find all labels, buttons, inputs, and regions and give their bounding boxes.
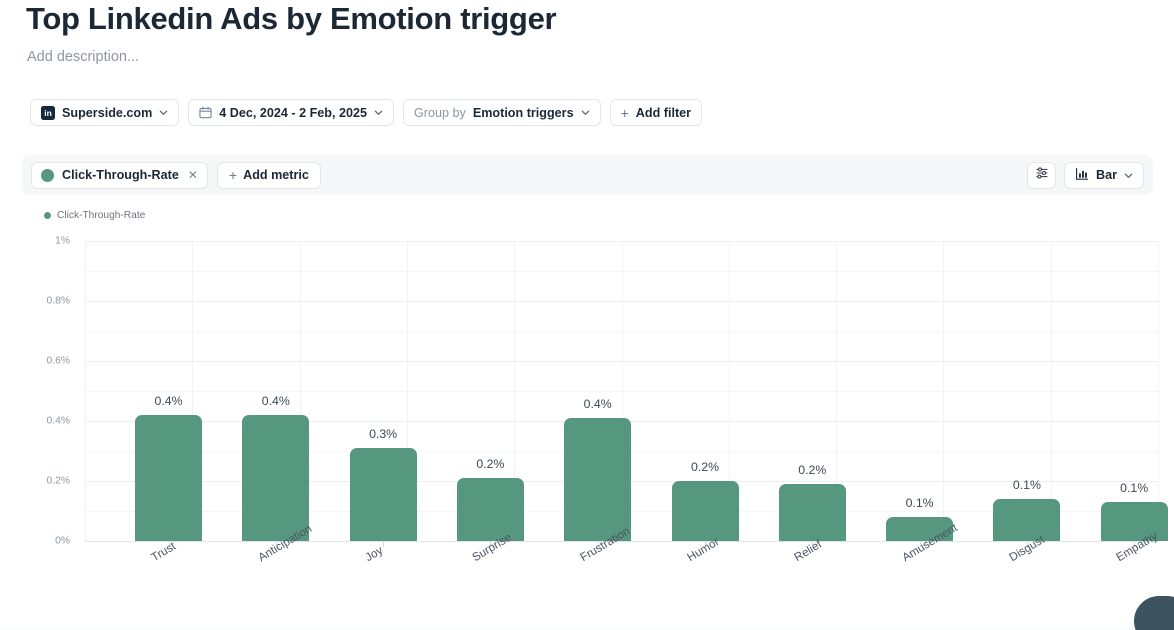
bar[interactable] <box>671 481 739 541</box>
category-divider <box>1050 241 1052 541</box>
bar-value-label: 0.4% <box>583 397 612 411</box>
category-divider <box>1158 241 1159 541</box>
y-axis-tick-label: 0% <box>55 535 70 547</box>
bar-value-label: 0.1% <box>1012 478 1041 492</box>
bar-value-label: 0.1% <box>905 496 934 510</box>
bar[interactable] <box>778 484 846 541</box>
dashboard-page: Top Linkedin Ads by Emotion trigger Add … <box>0 0 1174 630</box>
bar-chart[interactable]: 0% 0.2% 0.4% 0.6% 0.8% 1% 0.4% Trust 0.4% Anticip… <box>0 0 1174 630</box>
bar[interactable] <box>564 418 632 541</box>
y-axis-tick-label: 1% <box>55 235 70 247</box>
bar-value-label: 0.2% <box>690 460 720 474</box>
x-axis-tick <box>383 541 385 547</box>
y-axis-tick-label: 0.6% <box>46 355 70 367</box>
bar-value-label: 0.4% <box>261 394 290 408</box>
x-axis-category-label: Trust <box>148 539 178 565</box>
bar-value-label: 0.4% <box>154 394 183 408</box>
y-axis-tick-label: 0.4% <box>46 415 70 427</box>
category-divider <box>943 241 945 541</box>
bar[interactable] <box>242 415 310 541</box>
x-axis-category-label: Joy <box>363 543 386 565</box>
category-divider <box>85 241 86 541</box>
bar-value-label: 0.2% <box>798 463 827 477</box>
bar[interactable] <box>349 448 417 541</box>
bar[interactable] <box>993 499 1061 541</box>
bar[interactable] <box>135 415 202 541</box>
bar-value-label: 0.3% <box>369 427 398 441</box>
bar[interactable] <box>1100 502 1168 541</box>
bar[interactable] <box>456 478 524 541</box>
y-axis-tick-label: 0.2% <box>46 475 70 487</box>
bar-value-label: 0.2% <box>476 457 505 471</box>
bar-value-label: 0.1% <box>1120 481 1149 495</box>
y-axis-tick-label: 0.8% <box>46 295 70 307</box>
